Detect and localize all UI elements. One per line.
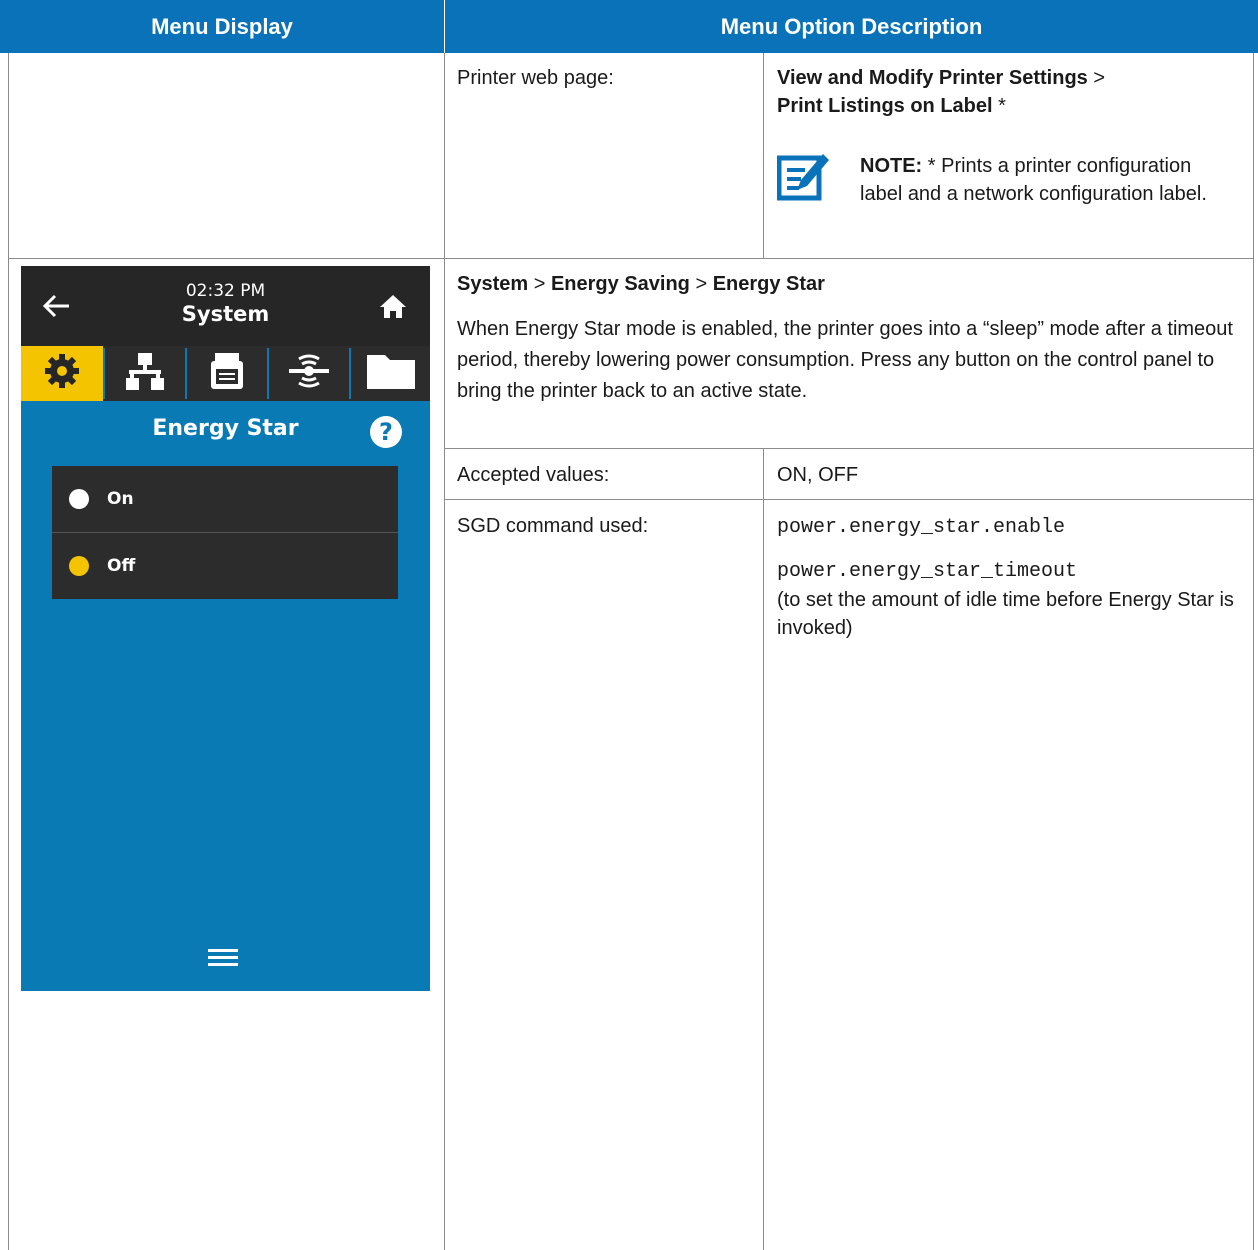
sgd-command-note: (to set the amount of idle time before E… [777,589,1234,639]
device-screen: 02:32 PM System Energy Star ? On Off [21,266,430,991]
path-asterisk: * [992,95,1006,117]
option-on[interactable]: On [52,466,398,532]
energy-star-path: System > Energy Saving > Energy Star [457,270,825,298]
header-menu-option-description: Menu Option Description [445,0,1258,53]
path-sep: > [1087,67,1106,89]
screen-title: Energy Star [152,416,299,441]
energy-star-description: When Energy Star mode is enabled, the pr… [457,318,1233,402]
row-divider-2 [444,448,1254,449]
gear-icon [42,351,82,396]
sgd-command-2: power.energy_star_timeout [777,560,1078,583]
table-border-right [1253,53,1254,1250]
note-text: NOTE: * Prints a printer configuration l… [860,152,1230,208]
tab-storage[interactable] [351,346,430,401]
row-divider-1 [8,258,1254,259]
header-menu-display: Menu Display [0,0,444,53]
path-system: System [457,273,529,295]
option-off-label: Off [107,556,136,576]
table-border-inner-1 [763,53,764,258]
help-icon[interactable]: ? [370,416,402,448]
accepted-values-value: ON, OFF [777,464,859,486]
printer-web-page-label: Printer web page: [457,67,614,89]
tab-system[interactable] [21,346,103,401]
table-border-mid [444,53,445,1250]
table-border-left [8,53,9,1250]
radio-on [69,489,89,509]
tab-network[interactable] [105,346,185,401]
note-icon [776,150,829,202]
menu-icon[interactable] [208,947,238,967]
path-energy-star: Energy Star [712,273,825,295]
tab-print[interactable] [187,346,267,401]
printer-icon [207,351,247,396]
home-icon[interactable] [379,292,407,320]
device-top-bar: 02:32 PM System [21,266,430,346]
path-energy-saving: Energy Saving [550,273,690,295]
radio-off [69,556,89,576]
path-view-modify: View and Modify Printer Settings [777,67,1088,89]
row-divider-3 [444,499,1254,500]
printer-web-page-path: View and Modify Printer Settings > Print… [777,64,1237,120]
folder-icon [365,351,417,396]
sgd-command-1: power.energy_star.enable [777,516,1066,539]
wireless-icon [287,351,331,396]
option-on-label: On [107,489,134,509]
note-label: NOTE: [860,155,923,177]
accepted-values-label: Accepted values: [457,464,610,486]
header-divider [444,0,445,53]
device-time: 02:32 PM [185,281,266,301]
path-sep-1: > [528,273,551,295]
device-tab-bar [21,346,430,401]
table-border-inner-2 [763,448,764,1250]
tab-wireless[interactable] [269,346,349,401]
path-print-listings: Print Listings on Label [777,95,993,117]
option-off[interactable]: Off [52,533,398,599]
network-icon [125,351,165,396]
sgd-command-label: SGD command used: [457,515,649,537]
device-title: System [181,302,270,326]
path-sep-2: > [689,273,713,295]
